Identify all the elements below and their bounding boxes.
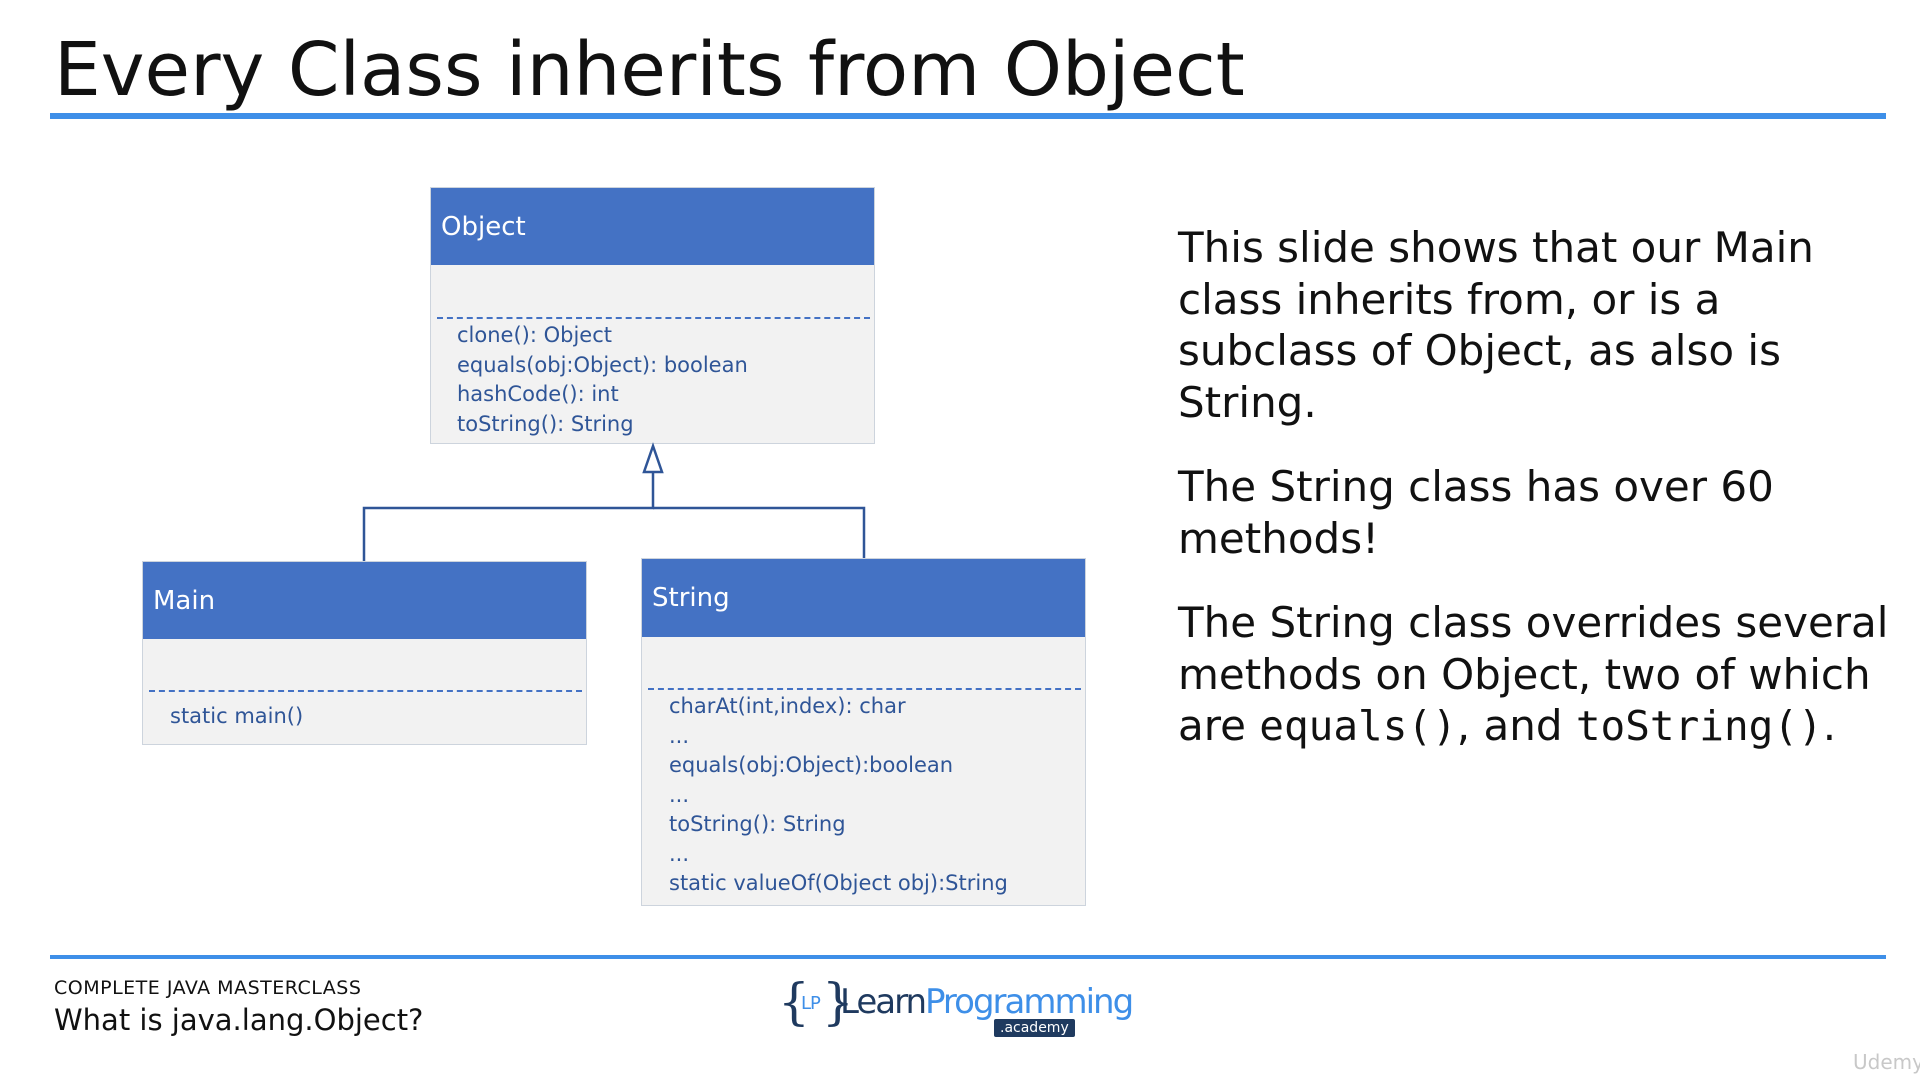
description-paragraph-3: The String class overrides several metho… (1178, 597, 1898, 753)
udemy-watermark: Udemy (1853, 1050, 1920, 1074)
logo-academy-badge: .academy (994, 1019, 1075, 1037)
code-tostring: toString() (1575, 702, 1823, 750)
description-paragraph-1: This slide shows that our Main class inh… (1178, 223, 1814, 427)
footer-divider (50, 955, 1886, 959)
slide-description: This slide shows that our Main class inh… (1178, 222, 1898, 786)
course-name: COMPLETE JAVA MASTERCLASS (54, 977, 362, 999)
learnprogramming-logo: { LP } LearnProgramming .academy (776, 973, 1134, 1042)
code-equals: equals() (1259, 702, 1457, 750)
description-text: . (1822, 701, 1837, 750)
logo-wordmark: LearnProgramming (840, 982, 1134, 1022)
connector-string-to-object (653, 506, 866, 558)
description-paragraph-2: The String class has over 60 methods! (1178, 462, 1774, 563)
logo-monogram: LP (801, 993, 821, 1014)
inheritance-arrowhead-icon (642, 442, 664, 474)
connector-main-to-object (362, 472, 655, 561)
logo-word-programming: Programming (925, 982, 1134, 1022)
description-text: , and (1456, 701, 1576, 750)
logo-word-learn: Learn (840, 982, 927, 1022)
lecture-title: What is java.lang.Object? (54, 1003, 424, 1037)
